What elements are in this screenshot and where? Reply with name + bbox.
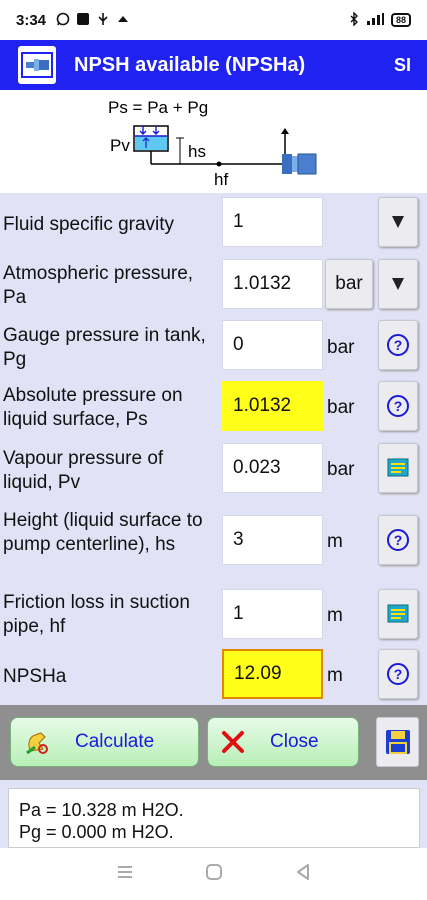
form-row-vapour-pressure: Vapour pressure of liquid, Pv 0.023 bar [0, 439, 427, 501]
status-bar: 3:34 88 [0, 0, 427, 40]
form-row-atmospheric-pressure: Atmospheric pressure, Pa 1.0132 bar [0, 253, 427, 315]
close-button[interactable]: Close [207, 717, 359, 767]
signal-icon [365, 12, 385, 29]
vapour-pressure-input[interactable]: 0.023 [222, 443, 323, 493]
back-icon[interactable] [294, 863, 312, 886]
absolute-pressure-unit: bar [327, 397, 355, 418]
npsha-unit: m [327, 665, 343, 686]
pump-app-icon [18, 46, 56, 84]
gauge-pressure-input[interactable]: 0 [222, 320, 323, 370]
page-title: NPSH available (NPSHa) [74, 53, 306, 76]
help-icon: ? [387, 663, 409, 685]
vapour-pressure-unit: bar [327, 459, 355, 480]
gauge-pressure-label: Gauge pressure in tank, Pg [3, 325, 206, 370]
absolute-pressure-label: Absolute pressure on liquid surface, Ps [3, 385, 183, 430]
chevron-down-icon [392, 216, 404, 228]
friction-loss-unit: m [327, 605, 343, 626]
atmospheric-pressure-unit-button[interactable]: bar [325, 259, 373, 309]
height-hs-label: Height (liquid surface to pump centerlin… [3, 510, 203, 555]
whatsapp-icon [56, 12, 70, 29]
form-row-friction-loss: Friction loss in suction pipe, hf 1 m [0, 589, 427, 649]
npsha-result: 12.09 [222, 649, 323, 699]
table-icon [387, 458, 409, 477]
save-button[interactable] [376, 717, 419, 767]
calculate-icon [26, 732, 48, 755]
form-row-specific-gravity: Fluid specific gravity 1 [0, 193, 427, 253]
action-bar: Calculate Close [0, 705, 427, 780]
vapour-pressure-table-button[interactable] [378, 443, 418, 493]
height-hs-input[interactable]: 3 [222, 515, 323, 565]
usb-icon [96, 12, 110, 29]
help-icon: ? [387, 529, 409, 551]
form-row-height-hs: Height (liquid surface to pump centerlin… [0, 501, 427, 589]
system-nav-bar [0, 848, 427, 900]
bluetooth-icon [349, 10, 359, 29]
battery-icon: 88 [390, 13, 411, 27]
chevron-down-icon [392, 278, 404, 290]
recents-icon[interactable] [116, 864, 134, 885]
form-row-npsha: NPSHa 12.09 m ? [0, 649, 427, 705]
cloud-icon [116, 12, 130, 29]
height-hs-help-button[interactable]: ? [378, 515, 418, 565]
tank-pump-schematic [133, 125, 317, 175]
npsha-label: NPSHa [3, 666, 67, 687]
gauge-pressure-unit: bar [327, 337, 355, 358]
result-line-pg: Pg = 0.000 m H2O. [19, 822, 174, 842]
atmospheric-pressure-label: Atmospheric pressure, Pa [3, 263, 194, 308]
table-icon [387, 604, 409, 623]
help-icon: ? [387, 395, 409, 417]
results-text-box[interactable]: Pa = 10.328 m H2O. Pg = 0.000 m H2O. [8, 788, 420, 848]
specific-gravity-label: Fluid specific gravity [3, 214, 175, 235]
unit-system[interactable]: SI [394, 55, 411, 76]
help-icon: ? [387, 334, 409, 356]
sd-icon [76, 12, 90, 29]
close-label: Close [270, 731, 319, 752]
clock: 3:34 [16, 11, 47, 29]
home-icon[interactable] [205, 863, 223, 886]
npsh-diagram: Ps = Pa + Pg Pv hs hf [0, 90, 427, 193]
input-form: Fluid specific gravity 1 Atmospheric pre… [0, 193, 427, 705]
results-panel: Pa = 10.328 m H2O. Pg = 0.000 m H2O. [0, 780, 427, 848]
absolute-pressure-output: 1.0132 [222, 381, 323, 431]
close-icon [222, 731, 244, 753]
friction-loss-table-button[interactable] [378, 589, 418, 639]
vapour-pressure-label: Vapour pressure of liquid, Pv [3, 448, 164, 493]
atmospheric-pressure-dropdown-button[interactable] [378, 259, 418, 309]
absolute-pressure-help-button[interactable]: ? [378, 381, 418, 431]
calculate-button[interactable]: Calculate [10, 717, 199, 767]
form-row-gauge-pressure: Gauge pressure in tank, Pg 0 bar ? [0, 315, 427, 377]
form-row-absolute-pressure: Absolute pressure on liquid surface, Ps … [0, 377, 427, 439]
specific-gravity-dropdown-button[interactable] [378, 197, 418, 247]
friction-loss-input[interactable]: 1 [222, 589, 323, 639]
result-line-pa: Pa = 10.328 m H2O. [19, 800, 184, 820]
friction-loss-label: Friction loss in suction pipe, hf [3, 592, 190, 637]
floppy-disk-icon [385, 730, 410, 754]
calculate-label: Calculate [75, 731, 155, 752]
gauge-pressure-help-button[interactable]: ? [378, 320, 418, 370]
height-hs-unit: m [327, 531, 343, 552]
npsha-help-button[interactable]: ? [378, 649, 418, 699]
specific-gravity-input[interactable]: 1 [222, 197, 323, 247]
title-bar: NPSH available (NPSHa) SI [0, 40, 427, 90]
atmospheric-pressure-input[interactable]: 1.0132 [222, 259, 323, 309]
